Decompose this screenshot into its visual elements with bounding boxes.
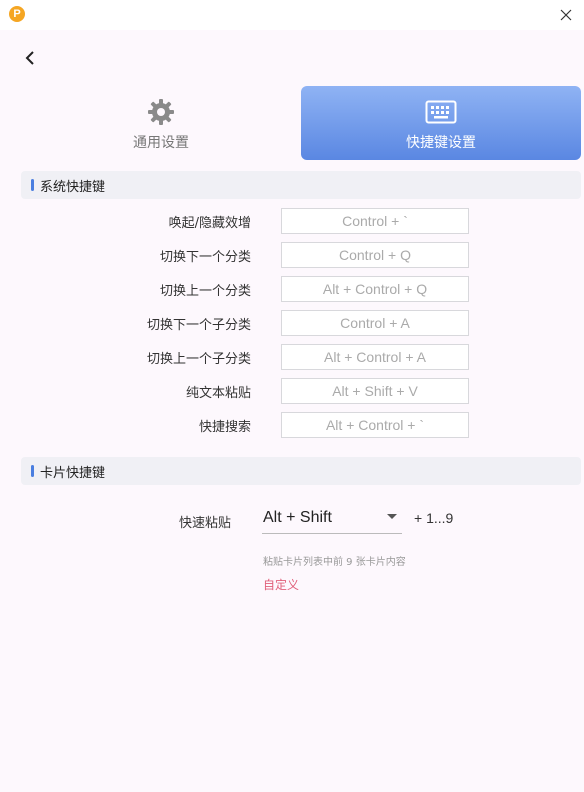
card-shortcuts-header: 卡片快捷键 [21, 457, 581, 485]
shortcut-row: 切换下一个子分类 Control + A [0, 310, 584, 336]
shortcut-input-toggle-window[interactable]: Control + ` [281, 208, 469, 234]
paste-range-text: + 1...9 [414, 510, 454, 526]
tab-general-settings[interactable]: 通用设置 [21, 86, 301, 160]
shortcut-input-plain-paste[interactable]: Alt + Shift + V [281, 378, 469, 404]
shortcut-row: 快捷搜索 Alt + Control + ` [0, 412, 584, 438]
tab-general-label: 通用设置 [133, 135, 189, 151]
shortcut-input-quick-search[interactable]: Alt + Control + ` [281, 412, 469, 438]
section-title: 卡片快捷键 [40, 465, 106, 481]
close-icon [560, 9, 572, 21]
shortcut-label: 切换下一个分类 [159, 250, 251, 265]
shortcut-input-next-subcategory[interactable]: Control + A [281, 310, 469, 336]
quick-paste-hint: 粘贴卡片列表中前 9 张卡片内容 [263, 557, 406, 568]
system-shortcuts-header: 系统快捷键 [21, 171, 581, 199]
shortcut-label: 切换上一个子分类 [146, 352, 251, 367]
shortcut-input-prev-category[interactable]: Alt + Control + Q [281, 276, 469, 302]
customize-link[interactable]: 自定义 [263, 576, 299, 593]
back-button[interactable] [20, 48, 40, 68]
shortcut-input-next-category[interactable]: Control + Q [281, 242, 469, 268]
shortcut-row: 切换上一个子分类 Alt + Control + A [0, 344, 584, 370]
caret-down-icon [387, 514, 397, 519]
shortcut-row: 切换上一个分类 Alt + Control + Q [0, 276, 584, 302]
shortcut-row: 唤起/隐藏效增 Control + ` [0, 208, 584, 234]
keyboard-icon [425, 100, 457, 124]
tab-shortcut-label: 快捷键设置 [406, 135, 476, 151]
quick-paste-label: 快速粘贴 [178, 516, 231, 531]
chevron-left-icon [25, 51, 34, 65]
shortcut-input-prev-subcategory[interactable]: Alt + Control + A [281, 344, 469, 370]
shortcut-label: 切换下一个子分类 [146, 318, 251, 333]
shortcut-label: 唤起/隐藏效增 [168, 216, 251, 231]
modifier-select[interactable]: Alt + Shift [262, 505, 402, 534]
app-logo: P [9, 6, 25, 22]
section-accent-bar [31, 179, 34, 191]
shortcut-label: 纯文本粘贴 [185, 386, 251, 401]
shortcut-row: 切换下一个分类 Control + Q [0, 242, 584, 268]
shortcut-label: 快捷搜索 [198, 420, 251, 435]
modifier-select-value: Alt + Shift [263, 509, 332, 526]
shortcut-label: 切换上一个分类 [159, 284, 251, 299]
tab-shortcut-settings[interactable]: 快捷键设置 [301, 86, 581, 160]
section-title: 系统快捷键 [40, 179, 106, 195]
close-button[interactable] [556, 5, 576, 25]
section-accent-bar [31, 465, 34, 477]
title-bar: P [0, 0, 584, 30]
gear-icon [148, 99, 174, 125]
shortcut-row: 纯文本粘贴 Alt + Shift + V [0, 378, 584, 404]
